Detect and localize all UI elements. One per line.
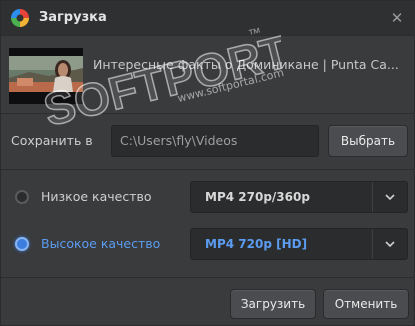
low-quality-radio[interactable] <box>15 190 29 204</box>
high-quality-format-select[interactable]: MP4 720p [HD] <box>190 228 408 260</box>
low-quality-format-select[interactable]: MP4 270p/360p <box>190 181 408 213</box>
window-title: Загрузка <box>39 10 107 25</box>
chevron-down-icon[interactable] <box>373 229 407 259</box>
video-thumbnail <box>9 48 83 104</box>
title-bar: Загрузка ✕ <box>1 1 415 35</box>
divider <box>1 35 415 36</box>
close-icon[interactable]: ✕ <box>388 9 406 27</box>
high-quality-radio[interactable] <box>15 237 29 251</box>
high-quality-label[interactable]: Высокое качество <box>41 234 160 254</box>
high-quality-format-value: MP4 720p [HD] <box>205 237 308 251</box>
divider <box>1 169 415 170</box>
chevron-down-icon[interactable] <box>373 182 407 212</box>
cancel-button[interactable]: Отменить <box>323 289 409 319</box>
divider <box>1 113 415 114</box>
download-button[interactable]: Загрузить <box>230 289 316 319</box>
save-path-field[interactable]: C:\Users\fly\Videos <box>111 125 319 157</box>
save-to-label: Сохранить в <box>11 133 93 148</box>
low-quality-label[interactable]: Низкое качество <box>41 187 152 207</box>
browse-button[interactable]: Выбрать <box>328 125 408 157</box>
app-logo-icon <box>11 9 29 27</box>
divider <box>1 277 415 278</box>
low-quality-format-value: MP4 270p/360p <box>205 190 310 204</box>
download-dialog: Загрузка ✕ Интересные факты о Доминикане… <box>0 0 415 326</box>
video-title: Интересные факты о Доминикане | Punta Ca… <box>93 57 399 72</box>
